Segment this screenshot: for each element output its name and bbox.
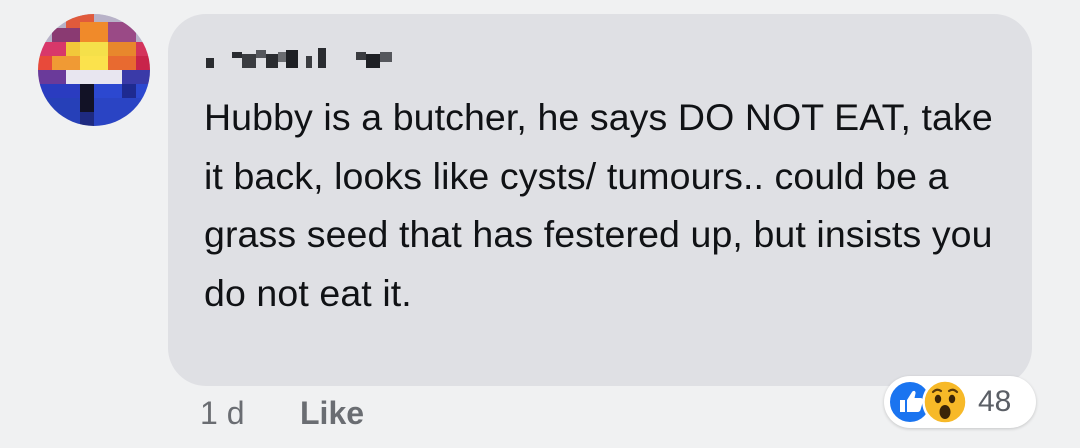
comment: Hubby is a butcher, he says DO NOT EAT, …	[0, 0, 1080, 448]
reaction-count: 48	[978, 385, 1012, 418]
author-name-redacted[interactable]	[206, 44, 466, 70]
wow-icon	[922, 379, 968, 425]
like-button[interactable]: Like	[300, 395, 364, 432]
avatar[interactable]	[38, 14, 150, 126]
reactions-summary[interactable]: 48	[884, 376, 1036, 428]
comment-bubble: Hubby is a butcher, he says DO NOT EAT, …	[168, 14, 1032, 386]
comment-timestamp[interactable]: 1 d	[200, 395, 244, 432]
comment-text: Hubby is a butcher, he says DO NOT EAT, …	[204, 96, 993, 314]
